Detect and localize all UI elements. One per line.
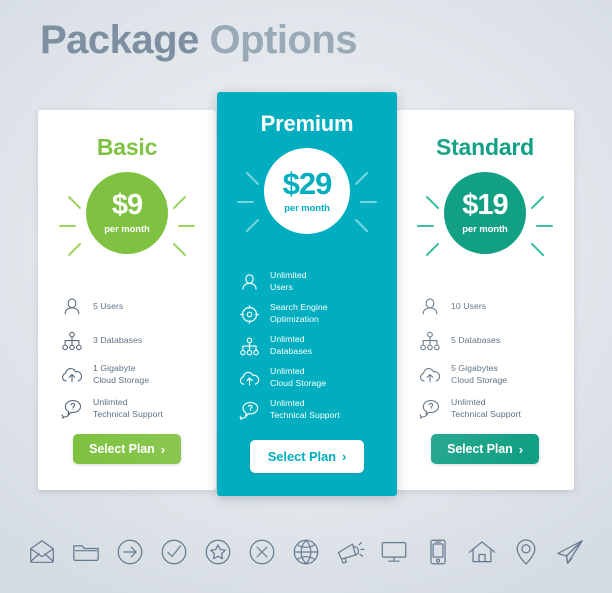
arrow-right-circle-icon [114,536,146,568]
smartphone-icon [422,536,454,568]
page-title: Package Options [40,18,358,62]
plan-name-standard: Standard [435,134,535,160]
cloud-upload-icon [418,363,442,387]
database-tree-icon [418,329,442,353]
feature-label: 10 Users [451,301,487,312]
price-period-standard: per month [462,224,508,235]
feature-label: 5 Gigabytes Cloud Storage [451,363,508,385]
button-row: Select Plan › [396,434,574,464]
envelope-icon [26,536,58,568]
plan-card-standard[interactable]: Standard $19 per month 10 Users 5 Databa… [396,110,574,490]
feature-item: 10 Users [418,290,574,324]
feature-item: Unlimted Databases [237,330,397,362]
price-amount-premium: $29 [282,166,333,201]
support-chat-icon [237,398,261,422]
user-icon [237,270,261,294]
feature-item: 1 Gigabyte Cloud Storage [60,358,216,392]
database-tree-icon [237,334,261,358]
price-amount-standard: $19 [462,189,508,221]
plan-name-basic: Basic [96,134,158,160]
select-plan-button-basic[interactable]: Select Plan › [73,434,181,464]
plan-card-premium[interactable]: Premium $29 per month Unlimited Users Se… [217,92,397,496]
folder-icon [70,536,102,568]
select-plan-label: Select Plan [267,449,337,464]
database-tree-icon [60,329,84,353]
feature-label: Unlimited Users [270,270,307,292]
feature-item: Unlimted Technical Support [418,392,574,426]
location-pin-icon [510,536,542,568]
feature-label: Unlimted Technical Support [270,398,340,420]
chevron-right-icon: › [518,441,523,457]
plan-card-basic[interactable]: Basic $9 per month 5 Users 3 Databases 1… [38,110,216,490]
feature-label: Unlimted Databases [270,334,312,356]
support-chat-icon [60,397,84,421]
price-badge-premium: $29 per month [217,144,397,262]
user-icon [418,295,442,319]
price-badge-standard: $19 per month [396,168,574,286]
star-circle-icon [202,536,234,568]
price-amount-basic: $9 [111,189,143,221]
paper-plane-icon [554,536,586,568]
feature-item: 5 Users [60,290,216,324]
home-icon [466,536,498,568]
feature-label: 3 Databases [93,335,143,346]
feature-list-premium: Unlimited Users Search Engine Optimization [217,266,397,426]
page-title-light: Options [198,18,358,62]
seo-target-icon [237,302,261,326]
megaphone-icon [334,536,366,568]
feature-item: Unlimted Cloud Storage [237,362,397,394]
feature-item: Unlimted Technical Support [237,394,397,426]
pricing-page: Package Options Basic $9 per month 5 Use… [0,0,612,593]
cloud-upload-icon [237,366,261,390]
chevron-right-icon: › [342,449,347,464]
price-period-premium: per month [284,203,330,214]
feature-item: 5 Databases [418,324,574,358]
feature-label: 5 Databases [451,335,501,346]
select-plan-button-standard[interactable]: Select Plan › [431,434,539,464]
monitor-icon [378,536,410,568]
feature-item: Unlimited Users [237,266,397,298]
feature-label: Unlimted Cloud Storage [270,366,327,388]
globe-icon [290,536,322,568]
feature-list-standard: 10 Users 5 Databases 5 Gigabytes Cloud S… [396,290,574,426]
price-circle-standard: $19 per month [444,172,526,254]
button-row: Select Plan › [217,440,397,473]
feature-label: 1 Gigabyte Cloud Storage [93,363,150,385]
select-plan-label: Select Plan [447,442,513,456]
feature-item: Unlimted Technical Support [60,392,216,426]
chevron-right-icon: › [160,441,165,457]
feature-list-basic: 5 Users 3 Databases 1 Gigabyte Cloud Sto… [38,290,216,426]
support-chat-icon [418,397,442,421]
select-plan-label: Select Plan [89,442,155,456]
feature-label: Unlimted Technical Support [451,397,521,419]
feature-label: 5 Users [93,301,124,312]
price-badge-basic: $9 per month [38,168,216,286]
page-title-strong: Package [40,18,199,62]
price-circle-premium: $29 per month [264,148,350,234]
feature-label: Search Engine Optimization [270,302,328,324]
feature-item: Search Engine Optimization [237,298,397,330]
plan-name-premium: Premium [260,111,354,136]
price-circle-basic: $9 per month [86,172,168,254]
select-plan-button-premium[interactable]: Select Plan › [249,440,365,473]
feature-item: 3 Databases [60,324,216,358]
feature-label: Unlimted Technical Support [93,397,163,419]
icon-strip [0,528,612,576]
cloud-upload-icon [60,363,84,387]
x-circle-icon [246,536,278,568]
feature-item: 5 Gigabytes Cloud Storage [418,358,574,392]
button-row: Select Plan › [38,434,216,464]
price-period-basic: per month [104,224,150,235]
check-circle-icon [158,536,190,568]
user-icon [60,295,84,319]
